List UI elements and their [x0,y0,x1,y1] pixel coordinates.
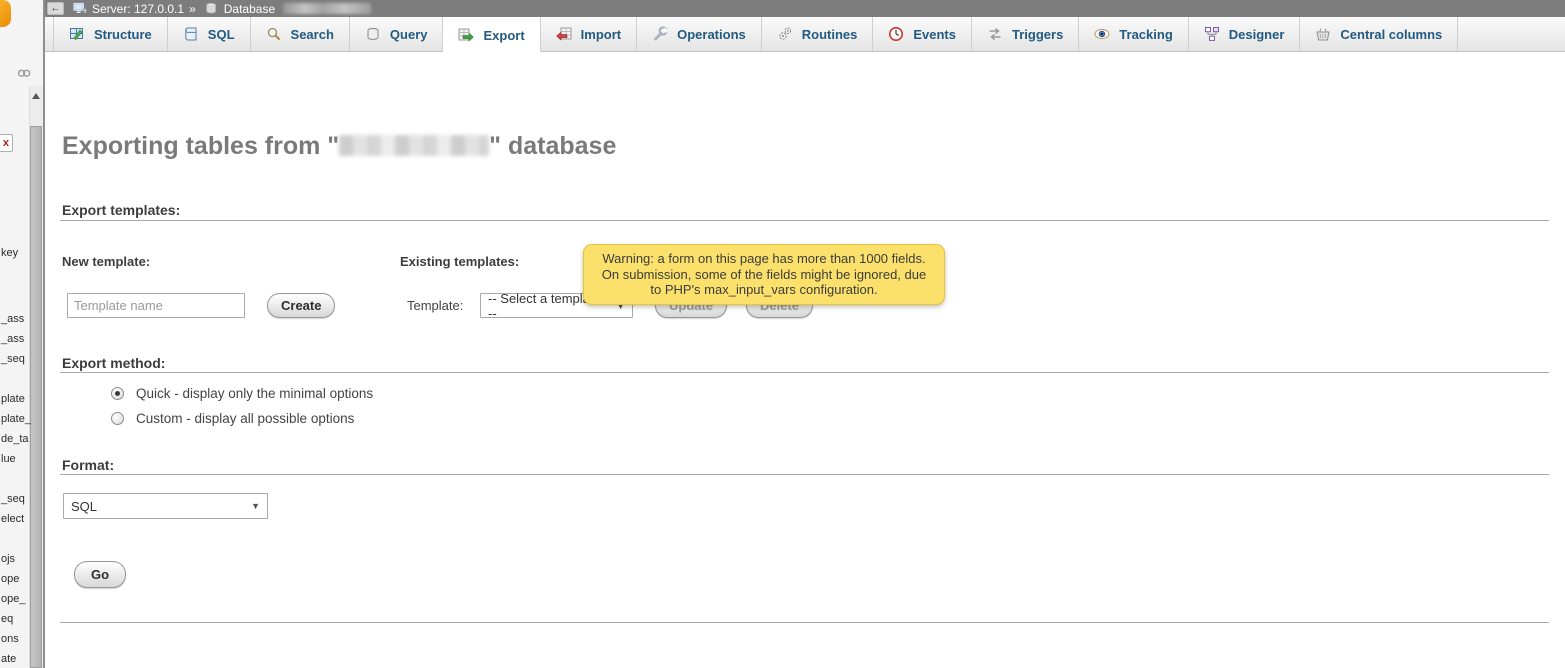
sidebar-table-item[interactable]: ope [1,573,19,585]
template-label: Template: [407,298,463,313]
operations-icon [652,26,668,42]
tab-search[interactable]: Search [251,17,350,51]
section-divider [60,220,1549,221]
sidebar-table-item[interactable]: plate [1,393,25,405]
export-icon [458,27,474,43]
tab-label: Designer [1229,27,1285,42]
custom-export-radio[interactable] [111,412,124,425]
triggers-icon [987,26,1003,42]
tab-sql[interactable]: SQL [168,17,251,51]
section-divider [60,474,1549,475]
sidebar-table-item[interactable]: ojs [1,553,15,565]
tab-label: Routines [802,27,858,42]
tab-import[interactable]: Import [541,17,637,51]
tab-central_columns[interactable]: Central columns [1300,17,1458,51]
tab-label: Events [913,27,956,42]
tab-structure[interactable]: Structure [53,17,168,51]
tracking-icon [1094,26,1110,42]
sidebar-table-item[interactable]: _ass [1,313,24,325]
tab-tracking[interactable]: Tracking [1079,17,1188,51]
sidebar-table-item[interactable]: plate_ [1,413,31,425]
tab-operations[interactable]: Operations [637,17,762,51]
filter-clear-button[interactable]: x [0,134,13,152]
sidebar-table-item[interactable]: ons [1,633,19,645]
tab-label: Structure [94,27,152,42]
format-select[interactable]: SQL ▼ [63,493,268,519]
main-panel: ← Server: 127.0.0.1 » Database Structure… [43,0,1565,668]
tab-events[interactable]: Events [873,17,972,51]
sidebar-table-item[interactable]: eq [1,613,13,625]
server-monitor-icon [73,2,87,16]
events-icon [888,26,904,42]
sidebar-table-item[interactable]: _ass [1,333,24,345]
form-bottom-divider [60,622,1549,623]
database-icon [205,2,219,16]
breadcrumb-separator: » [189,2,196,16]
tab-designer[interactable]: Designer [1189,17,1301,51]
database-name-redacted [339,135,489,156]
export-page-content: Exporting tables from "" database Export… [45,52,1565,668]
tab-query[interactable]: Query [350,17,444,51]
breadcrumb-bar: ← Server: 127.0.0.1 » Database [45,0,1565,17]
export-templates-heading: Export templates: [62,202,180,218]
go-button[interactable]: Go [74,561,126,588]
routines-icon [777,26,793,42]
sidebar-table-item[interactable]: _seq [1,493,25,505]
create-template-button[interactable]: Create [267,293,335,318]
sidebar-table-item[interactable]: lue [1,453,16,465]
section-divider [60,372,1549,373]
tab-label: Tracking [1119,27,1172,42]
breadcrumb-database[interactable]: Database [224,2,275,16]
tab-label: Export [483,28,524,43]
sidebar-table-item[interactable]: ope_ [1,593,25,605]
quick-export-label[interactable]: Quick - display only the minimal options [136,386,373,401]
back-button[interactable]: ← [47,2,64,15]
designer-icon [1204,26,1220,42]
central_columns-icon [1315,26,1331,42]
tab-label: SQL [208,27,235,42]
tab-label: Operations [677,27,746,42]
sidebar-table-item[interactable]: elect [1,513,24,525]
sidebar-table-item[interactable]: key [1,247,18,259]
existing-templates-label: Existing templates: [400,254,519,269]
tab-label: Triggers [1012,27,1063,42]
max-input-vars-warning-tooltip: Warning: a form on this page has more th… [583,244,945,305]
export-method-heading: Export method: [62,355,165,371]
tab-label: Import [581,27,621,42]
navigation-sidebar: x key_ass_ass_seqplateplate_de_talue_seq… [0,0,43,668]
page-title: Exporting tables from "" database [62,132,616,161]
sidebar-scrollbar-thumb[interactable] [30,126,42,668]
tab-bar: Structure SQL Search Query Export Import Opera… [45,17,1565,52]
phpmyadmin-logo-fragment [0,0,11,27]
database-name-redacted [283,3,371,14]
quick-export-radio[interactable] [111,387,124,400]
chevron-down-icon: ▼ [251,501,260,511]
tab-routines[interactable]: Routines [762,17,874,51]
search-icon [266,26,282,42]
tab-label: Search [291,27,334,42]
template-name-input[interactable] [67,293,245,318]
sidebar-table-item[interactable]: _seq [1,353,25,365]
sidebar-table-item[interactable]: de_ta [1,433,29,445]
structure-icon [69,26,85,42]
sidebar-table-item[interactable]: ate [1,653,16,665]
import-icon [556,26,572,42]
tab-export[interactable]: Export [443,17,540,53]
scroll-up-arrow-icon[interactable] [32,93,40,99]
tab-label: Central columns [1340,27,1442,42]
tab-triggers[interactable]: Triggers [972,17,1079,51]
format-heading: Format: [62,457,114,473]
new-template-label: New template: [62,254,150,269]
query-icon [365,26,381,42]
tab-label: Query [390,27,428,42]
breadcrumb-server[interactable]: Server: 127.0.0.1 [92,2,184,16]
sql-icon [183,26,199,42]
custom-export-label[interactable]: Custom - display all possible options [136,411,354,426]
link-chain-icon [15,68,33,82]
